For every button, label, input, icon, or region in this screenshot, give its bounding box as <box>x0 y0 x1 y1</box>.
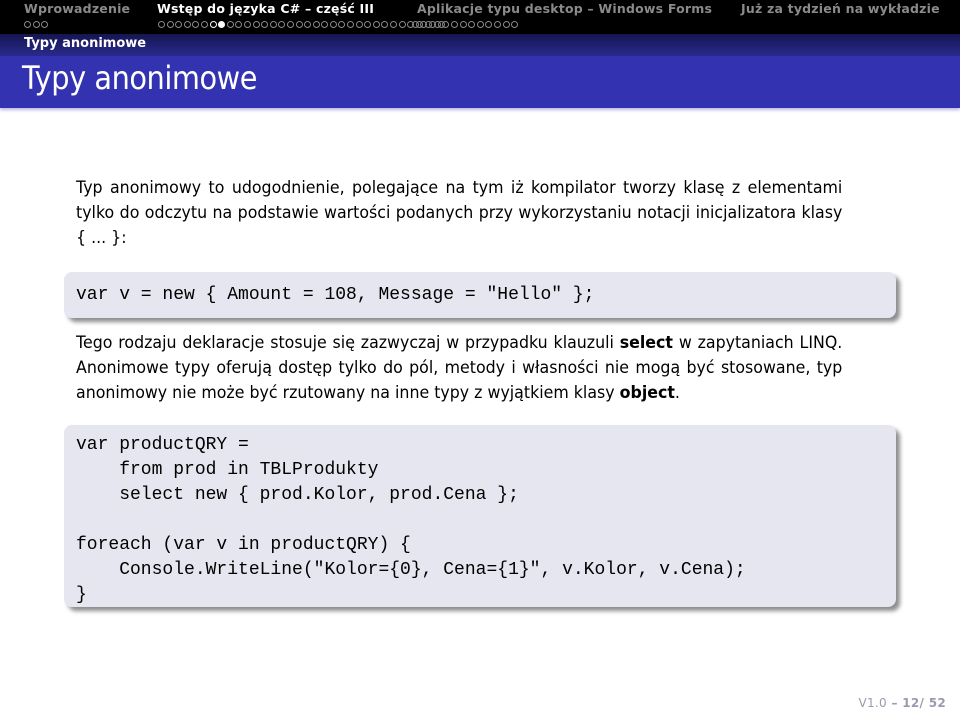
text-run: Tego rodzaju deklaracje stosuje się zazw… <box>76 333 620 353</box>
navigation-bar: Wprowadzenie Wstęp do języka C# – część … <box>0 0 960 34</box>
linq-paragraph: Tego rodzaju deklaracje stosuje się zazw… <box>76 331 842 406</box>
nav-dot[interactable] <box>347 20 355 28</box>
nav-dot[interactable] <box>502 20 510 28</box>
code-line: var v = new { Amount = 108, Message = "H… <box>76 285 595 305</box>
version-label: V1.0 <box>858 696 887 710</box>
nav-dot[interactable] <box>175 20 183 28</box>
frame-title-bar: Typy anonimowe <box>0 56 960 108</box>
subsection-label[interactable]: Typy anonimowe <box>24 36 146 51</box>
nav-dot[interactable] <box>226 20 234 28</box>
text-run: . <box>674 383 680 403</box>
footer-page-counter: V1.0 – 12/ 52 <box>858 696 946 710</box>
code-line: foreach (var v in productQRY) { <box>76 535 411 555</box>
nav-dot[interactable] <box>381 20 389 28</box>
nav-dots-section-1 <box>24 18 50 30</box>
nav-dot[interactable] <box>304 20 312 28</box>
nav-dot[interactable] <box>269 20 277 28</box>
nav-dots-section-2 <box>158 18 520 30</box>
nav-section-juz-za-tydzien[interactable]: Już za tydzień na wykładzie <box>741 1 940 16</box>
nav-dot[interactable] <box>442 20 450 28</box>
code-line: select new { prod.Kolor, prod.Cena }; <box>76 485 519 505</box>
nav-dot[interactable] <box>41 20 49 28</box>
nav-dot[interactable] <box>286 20 294 28</box>
subsection-bar: Typy anonimowe <box>0 34 960 56</box>
nav-dot[interactable] <box>485 20 493 28</box>
nav-dot[interactable] <box>261 20 269 28</box>
intro-paragraph: Typ anonimowy to udogodnienie, polegając… <box>76 178 843 248</box>
nav-dot[interactable] <box>183 20 191 28</box>
nav-dot[interactable] <box>166 20 174 28</box>
nav-dot[interactable] <box>468 20 476 28</box>
code-line: Console.WriteLine("Kolor={0}, Cena={1}",… <box>76 560 746 580</box>
nav-section-wstep-csharp-iii[interactable]: Wstęp do języka C# – część III <box>157 1 374 16</box>
code-listing: var productQRY = from prod in TBLProdukt… <box>64 433 896 608</box>
nav-dot[interactable] <box>476 20 484 28</box>
separator: – <box>886 696 903 710</box>
page-number[interactable]: 12/ 52 <box>902 696 946 710</box>
nav-dot[interactable] <box>390 20 398 28</box>
nav-dot[interactable] <box>312 20 320 28</box>
nav-dot[interactable] <box>295 20 303 28</box>
nav-dot[interactable] <box>451 20 459 28</box>
nav-dot[interactable] <box>355 20 363 28</box>
nav-dot[interactable] <box>200 20 208 28</box>
nav-dot[interactable] <box>209 20 217 28</box>
nav-section-aplikacje-desktop[interactable]: Aplikacje typu desktop – Windows Forms <box>417 1 712 16</box>
nav-dot[interactable] <box>278 20 286 28</box>
nav-dot[interactable] <box>235 20 243 28</box>
keyword-object: object <box>619 383 675 403</box>
nav-dot[interactable] <box>398 20 406 28</box>
code-listing: var v = new { Amount = 108, Message = "H… <box>64 283 896 308</box>
code-block-linq: var productQRY = from prod in TBLProdukt… <box>64 425 896 607</box>
nav-dot[interactable] <box>32 20 40 28</box>
code-line: from prod in TBLProdukty <box>76 460 379 480</box>
nav-dot[interactable] <box>192 20 200 28</box>
nav-dot[interactable] <box>24 20 31 28</box>
nav-dot[interactable] <box>158 20 165 28</box>
frame-title: Typy anonimowe <box>22 59 258 97</box>
nav-dot[interactable] <box>372 20 380 28</box>
keyword-select: select <box>619 333 673 353</box>
nav-section-wprowadzenie[interactable]: Wprowadzenie <box>24 1 130 16</box>
nav-dot[interactable] <box>338 20 346 28</box>
nav-dot-current-frame[interactable] <box>218 20 226 28</box>
nav-dot[interactable] <box>459 20 467 28</box>
nav-dot[interactable] <box>243 20 251 28</box>
code-line: } <box>76 585 87 605</box>
nav-dot[interactable] <box>252 20 260 28</box>
nav-dot[interactable] <box>321 20 329 28</box>
nav-dot[interactable] <box>329 20 337 28</box>
nav-dot[interactable] <box>494 20 502 28</box>
code-line: var productQRY = <box>76 435 249 455</box>
code-block-declaration: var v = new { Amount = 108, Message = "H… <box>64 272 896 318</box>
nav-dot[interactable] <box>511 20 519 28</box>
nav-dot[interactable] <box>364 20 372 28</box>
